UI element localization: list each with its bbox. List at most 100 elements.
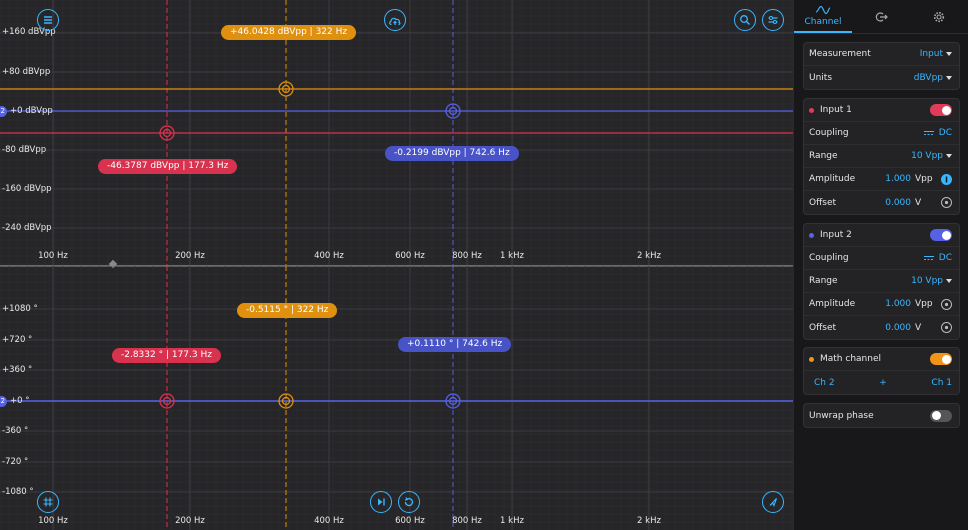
x-tick-label: 100 Hz: [38, 516, 68, 526]
x-tick-label: 100 Hz: [38, 251, 68, 261]
unwrap-label: Unwrap phase: [809, 410, 874, 421]
input1-color-dot: [809, 107, 814, 113]
input1-label: Input 1: [820, 105, 852, 115]
input2-amplitude-probe-button[interactable]: [941, 298, 952, 310]
input2-header: Input 2: [804, 224, 959, 247]
math-toggle[interactable]: [930, 353, 952, 365]
input1-coupling-row[interactable]: Coupling DC: [804, 122, 959, 145]
math-card: Math channel Ch 2 + Ch 1: [803, 347, 960, 395]
dc-coupling-icon: [923, 131, 934, 135]
waveform-icon: [815, 5, 831, 14]
input2-card: Input 2 Coupling DC Range 10 Vpp Amplitu…: [803, 223, 960, 340]
y-tick-label: +360 °: [2, 365, 33, 375]
x-tick-label: 400 Hz: [314, 251, 344, 261]
units-row[interactable]: Units dBVpp: [804, 66, 959, 89]
input1-range-row[interactable]: Range 10 Vpp: [804, 145, 959, 168]
input1-range-select[interactable]: 10 Vpp: [911, 151, 943, 161]
x-tick-label: 800 Hz: [452, 251, 482, 261]
measurement-select[interactable]: Input: [920, 49, 943, 59]
input2-offset-row: Offset 0.000 V: [804, 316, 959, 339]
offset-label: Offset: [809, 197, 837, 208]
input2-offset-input[interactable]: 0.000: [885, 323, 911, 333]
amplitude-label: Amplitude: [809, 299, 856, 309]
grid-icon: [43, 497, 53, 507]
input2-coupling-row[interactable]: Coupling DC: [804, 247, 959, 270]
math-label: Math channel: [820, 354, 881, 364]
input2-color-dot: [809, 232, 814, 238]
input2-amplitude-row: Amplitude 1.000 Vpp: [804, 293, 959, 316]
output-icon: [875, 11, 888, 22]
input1-amplitude-input[interactable]: 1.000: [885, 174, 911, 184]
upload-button[interactable]: [384, 9, 406, 31]
target-icon: [944, 325, 949, 330]
offset-unit: V: [915, 322, 922, 333]
play-step-icon: [378, 498, 385, 506]
measurement-card: Measurement Input Units dBVpp: [803, 42, 960, 90]
cursor-readout-blue[interactable]: -0.2199 dBVpp | 742.6 Hz: [385, 146, 519, 161]
settings-sliders-button[interactable]: [762, 9, 784, 31]
x-tick-label: 200 Hz: [175, 516, 205, 526]
y-tick-label: +0 dBVpp: [10, 106, 53, 116]
math-left-operand[interactable]: Ch 2: [814, 378, 835, 388]
input2-toggle[interactable]: [930, 229, 952, 241]
grid-button[interactable]: [37, 491, 59, 513]
input2-range-select[interactable]: 10 Vpp: [911, 276, 943, 286]
plot-area[interactable]: 2 +160 dBVpp +80 dBVpp +0 dBVpp -80 dBVp…: [0, 0, 793, 530]
cursor-readout-red[interactable]: -46.3787 dBVpp | 177.3 Hz: [98, 159, 238, 174]
cursor-tool-button[interactable]: [762, 491, 784, 513]
magnitude-plot[interactable]: 2 +160 dBVpp +80 dBVpp +0 dBVpp -80 dBVp…: [0, 0, 793, 266]
input2-range-row[interactable]: Range 10 Vpp: [804, 270, 959, 293]
input1-offset-input[interactable]: 0.000: [885, 198, 911, 208]
target-icon: [944, 200, 949, 205]
amplitude-unit: Vpp: [915, 299, 933, 309]
menu-icon: [44, 16, 52, 24]
input1-card: Input 1 Coupling DC Range 10 Vpp Amplitu…: [803, 98, 960, 215]
input2-coupling-value[interactable]: DC: [939, 253, 952, 263]
input1-offset-auto-button[interactable]: [941, 197, 952, 208]
tab-output[interactable]: [852, 0, 910, 33]
coupling-label: Coupling: [809, 253, 849, 263]
cursor-readout-red[interactable]: -2.8332 ° | 177.3 Hz: [112, 348, 221, 363]
replay-button[interactable]: [398, 491, 420, 513]
cursor-readout-orange[interactable]: +46.0428 dBVpp | 322 Hz: [221, 25, 357, 40]
menu-button[interactable]: [37, 9, 59, 31]
y-tick-label: -240 dBVpp: [2, 223, 52, 233]
x-tick-label: 200 Hz: [175, 251, 205, 261]
zoom-button[interactable]: [734, 9, 756, 31]
input2-amplitude-input[interactable]: 1.000: [885, 299, 911, 309]
range-label: Range: [809, 151, 838, 161]
play-step-button[interactable]: [370, 491, 392, 513]
y-tick-label: +80 dBVpp: [2, 67, 51, 77]
math-right-operand[interactable]: Ch 1: [931, 378, 952, 388]
tab-channel[interactable]: Channel: [794, 0, 852, 33]
target-icon: [944, 302, 949, 306]
tab-settings[interactable]: [910, 0, 968, 33]
math-operator[interactable]: +: [835, 378, 932, 388]
input1-amplitude-probe-button[interactable]: [941, 173, 952, 185]
input2-offset-auto-button[interactable]: [941, 322, 952, 333]
unwrap-card: Unwrap phase: [803, 403, 960, 428]
math-expression-row: Ch 2 + Ch 1: [804, 371, 959, 394]
phase-plot[interactable]: 2 +1080 ° +720 ° +360 ° +0 ° -360 ° -720…: [0, 266, 793, 530]
measurement-row[interactable]: Measurement Input: [804, 43, 959, 66]
input1-toggle[interactable]: [930, 104, 952, 116]
magnitude-grid: [0, 0, 793, 266]
input1-offset-row: Offset 0.000 V: [804, 191, 959, 214]
info-icon: [945, 176, 948, 182]
y-tick-label: +1080 °: [2, 304, 38, 314]
replay-icon: [404, 497, 414, 507]
offset-label: Offset: [809, 322, 837, 333]
chevron-down-icon: [946, 52, 952, 56]
zoom-icon: [740, 15, 750, 25]
input2-label: Input 2: [820, 230, 852, 240]
cursor-readout-orange[interactable]: -0.5115 ° | 322 Hz: [237, 303, 338, 318]
units-select[interactable]: dBVpp: [914, 73, 943, 83]
cursor-readout-blue[interactable]: +0.1110 ° | 742.6 Hz: [398, 337, 512, 352]
x-tick-label: 600 Hz: [395, 251, 425, 261]
input1-coupling-value[interactable]: DC: [939, 128, 952, 138]
range-label: Range: [809, 276, 838, 286]
unwrap-toggle[interactable]: [930, 409, 952, 422]
y-tick-label: -720 °: [2, 457, 29, 467]
unwrap-row: Unwrap phase: [804, 404, 959, 427]
y-tick-label: -160 dBVpp: [2, 184, 52, 194]
